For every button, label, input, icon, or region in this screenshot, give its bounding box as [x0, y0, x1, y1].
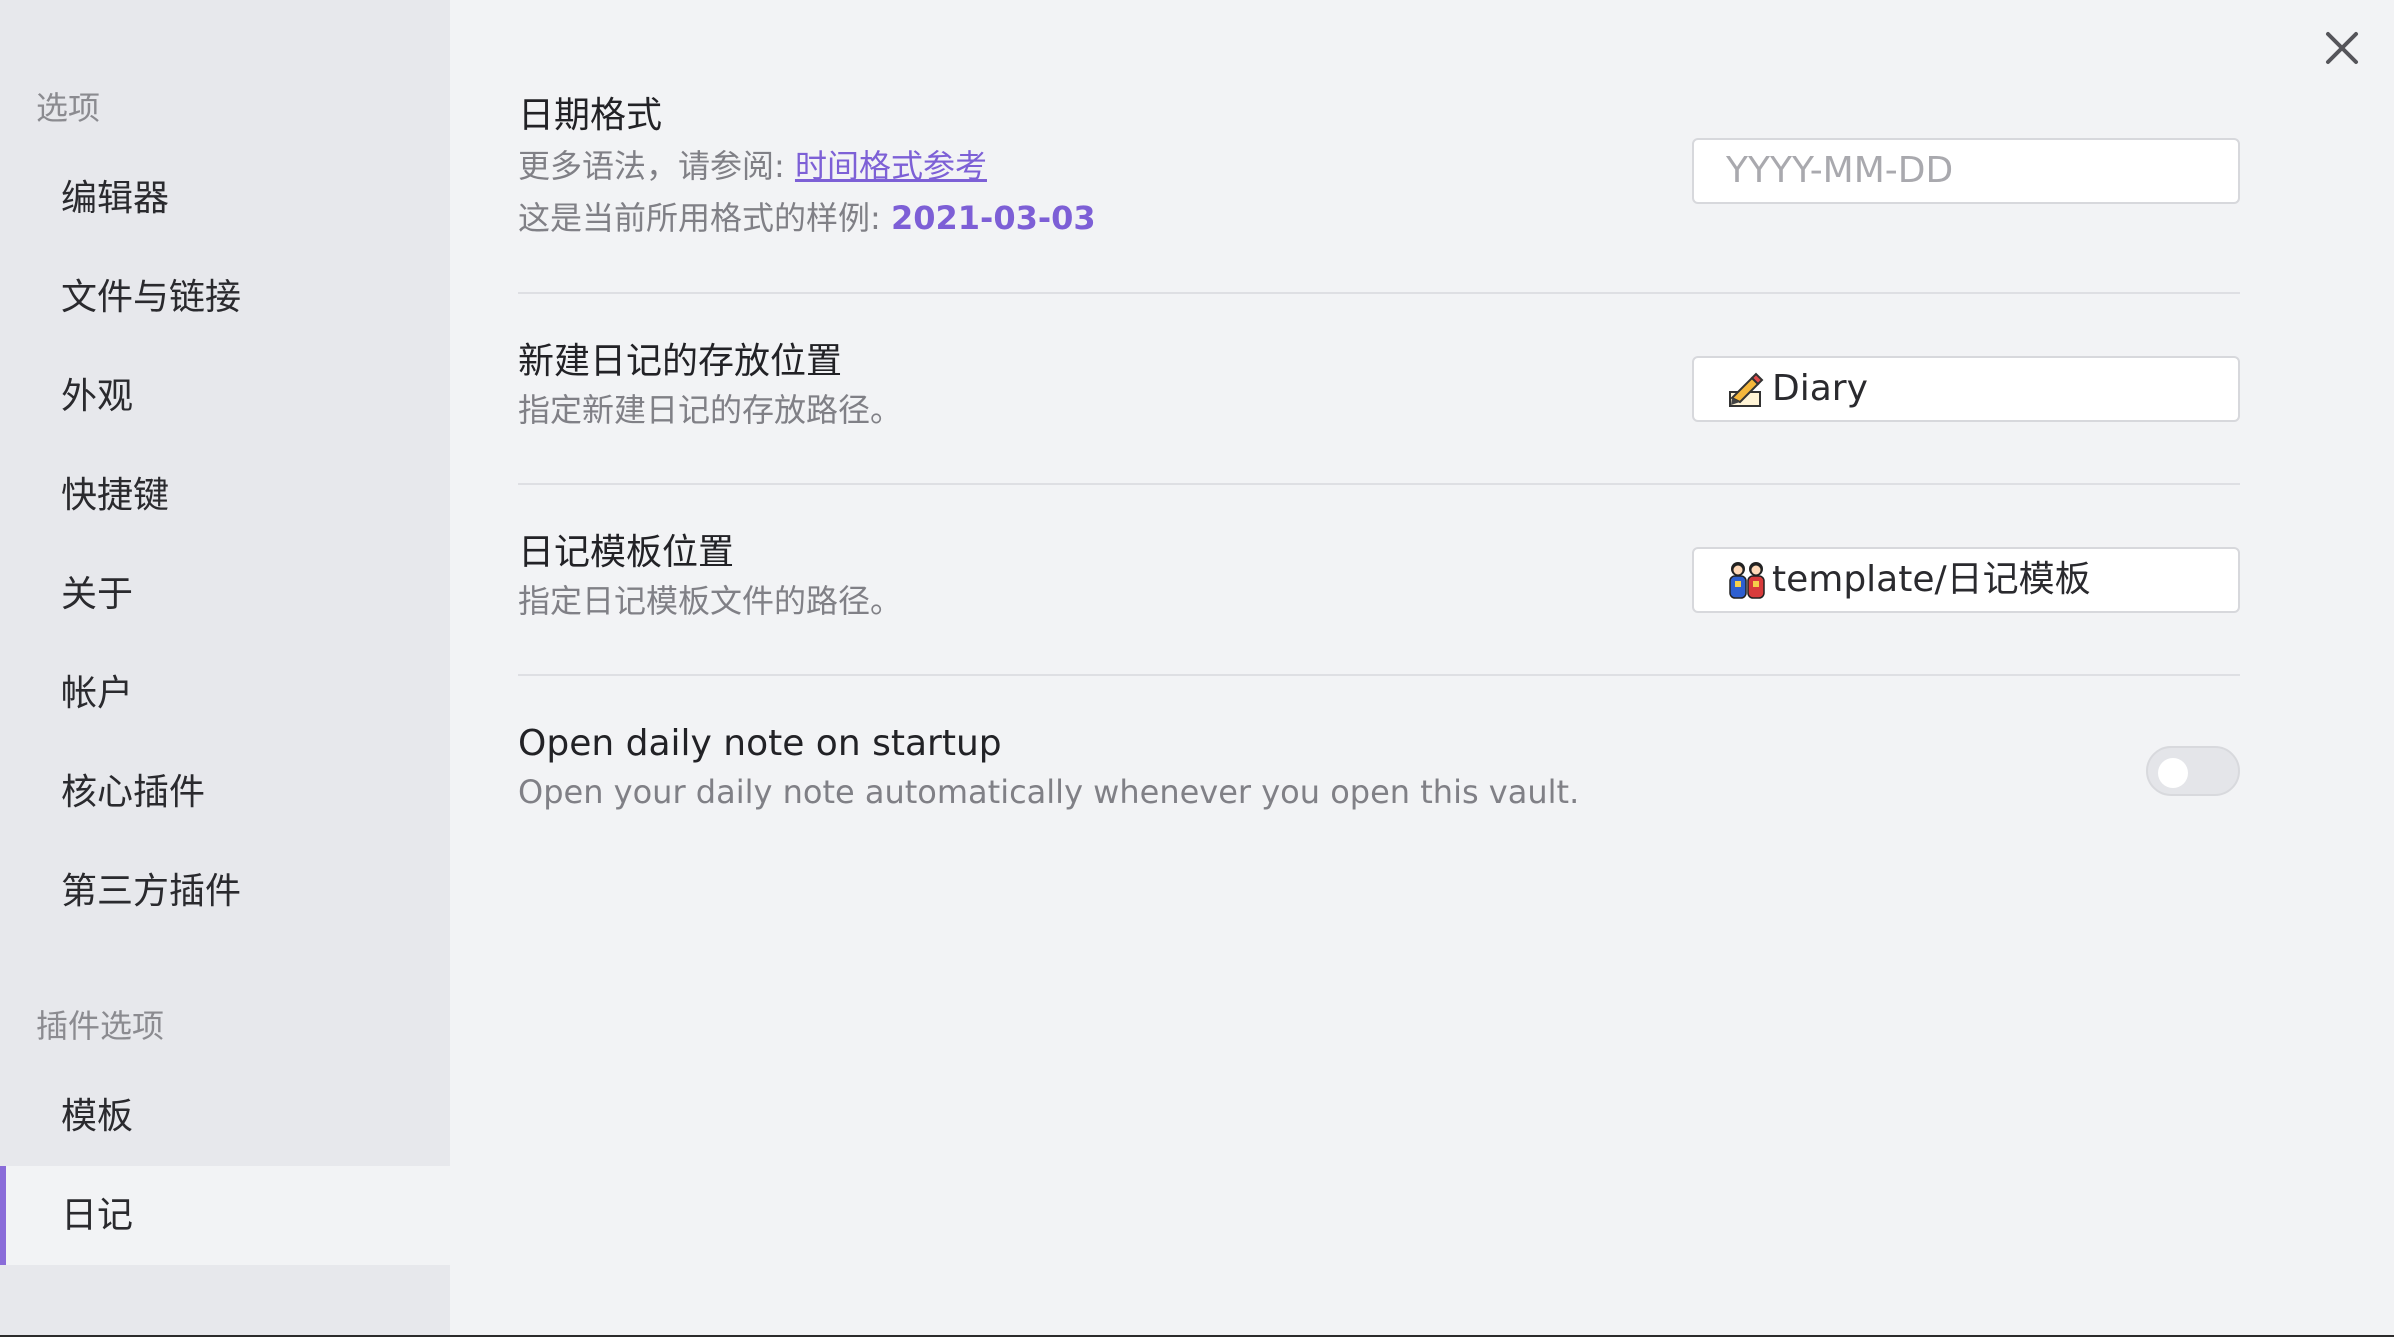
sidebar-item-appearance[interactable]: 外观: [0, 347, 450, 446]
date-format-input[interactable]: YYYY-MM-DD: [1692, 138, 2240, 204]
setting-desc: Open your daily note automatically whene…: [518, 773, 1580, 811]
dolls-icon: [1726, 559, 1768, 601]
sidebar-heading-plugin-options: 插件选项: [36, 1007, 165, 1045]
sidebar-item-templates[interactable]: 模板: [0, 1067, 450, 1166]
date-format-desc-text: 更多语法，请参阅:: [518, 147, 795, 185]
sidebar-item-account[interactable]: 帐户: [0, 644, 450, 743]
setting-name: Open daily note on startup: [518, 723, 1002, 764]
divider: [518, 483, 2240, 485]
sidebar-item-daily-notes[interactable]: 日记: [0, 1166, 450, 1265]
setting-open-on-startup: Open daily note on startup Open your dai…: [518, 722, 2240, 818]
setting-name: 日期格式: [518, 95, 663, 136]
settings-sidebar: 选项 编辑器 文件与链接 外观 快捷键 关于 帐户 核心插件 第三方插件 插件选…: [0, 0, 450, 1335]
divider: [518, 292, 2240, 294]
open-on-startup-toggle[interactable]: [2146, 746, 2240, 796]
new-file-location-input[interactable]: Diary: [1692, 356, 2240, 422]
close-button[interactable]: [2318, 24, 2366, 72]
writing-hand-icon: [1726, 368, 1768, 410]
sidebar-item-core-plugins[interactable]: 核心插件: [0, 743, 450, 842]
sidebar-heading-options: 选项: [36, 89, 101, 127]
sidebar-item-community-plugins[interactable]: 第三方插件: [0, 842, 450, 941]
sidebar-item-about[interactable]: 关于: [0, 545, 450, 644]
close-icon: [2326, 32, 2358, 64]
moment-format-reference-link[interactable]: 时间格式参考: [795, 147, 987, 185]
template-location-input[interactable]: template/日记模板: [1692, 547, 2240, 613]
sidebar-item-files-links[interactable]: 文件与链接: [0, 248, 450, 347]
sample-label: 这是当前所用格式的样例:: [518, 199, 891, 237]
settings-window: 选项 编辑器 文件与链接 外观 快捷键 关于 帐户 核心插件 第三方插件 插件选…: [0, 0, 2394, 1337]
sidebar-item-editor[interactable]: 编辑器: [0, 149, 450, 248]
sample-date-value: 2021-03-03: [890, 199, 1096, 237]
template-location-value: template/日记模板: [1772, 559, 2091, 600]
divider: [518, 674, 2240, 676]
sidebar-item-hotkeys[interactable]: 快捷键: [0, 446, 450, 545]
new-file-location-value: Diary: [1772, 368, 1868, 409]
toggle-knob: [2158, 758, 2188, 788]
